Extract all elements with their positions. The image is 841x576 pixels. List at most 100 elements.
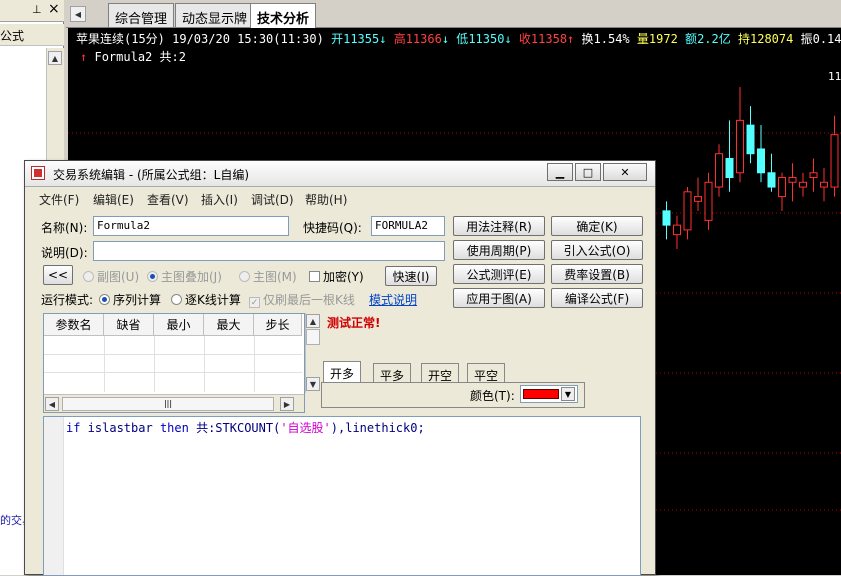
evaluate-formula-button[interactable]: 公式测评(E) — [453, 264, 545, 284]
menu-edit[interactable]: 编辑(E) — [93, 191, 134, 208]
scroll-left-icon[interactable]: ◀ — [45, 397, 59, 411]
scroll-up-icon[interactable]: ▲ — [306, 314, 320, 328]
period-button[interactable]: 使用周期(P) — [453, 240, 545, 260]
workspace-tab-bar: ◀ 综合管理 动态显示牌 技术分析 — [66, 0, 841, 29]
menu-view[interactable]: 查看(V) — [147, 191, 189, 208]
candlestick[interactable] — [725, 120, 734, 192]
scroll-up-icon[interactable]: ▲ — [48, 51, 62, 65]
menu-debug[interactable]: 调试(D) — [251, 191, 294, 208]
up-arrow-icon: ↑ — [80, 50, 88, 64]
scroll-thumb[interactable]: ||| — [62, 397, 274, 411]
tab-close-short[interactable]: 平空 — [467, 363, 506, 383]
description-label: 说明(D): — [41, 246, 88, 260]
param-table-vscrollbar[interactable]: ▲ ▼ — [305, 313, 321, 393]
tab-open-long[interactable]: 开多 — [323, 361, 362, 383]
candlestick[interactable] — [683, 187, 692, 240]
quote-info-bar: 苹果连续(15分) 19/03/20 15:30(11:30) 开11355↓ … — [76, 30, 841, 48]
volume-value: 1972 — [648, 32, 678, 46]
close-button[interactable]: ✕ — [603, 163, 647, 181]
name-input[interactable]: Formula2 — [93, 216, 289, 236]
close-icon[interactable]: × — [48, 1, 60, 17]
candlestick[interactable] — [809, 158, 818, 192]
menu-file[interactable]: 文件(F) — [39, 191, 79, 208]
candlestick[interactable] — [757, 125, 765, 183]
dialog-title: 交易系统编辑 - (所属公式组：L自编) — [53, 168, 250, 182]
candlestick[interactable] — [673, 215, 681, 249]
turnover-value: 1.54% — [593, 32, 630, 46]
formula-code-editor[interactable]: if islastbar then 共:STKCOUNT('自选股'),line… — [43, 416, 641, 576]
candlestick[interactable] — [778, 172, 786, 211]
tab-technical-analysis[interactable]: 技术分析 — [250, 3, 317, 29]
option-encrypt-label: 加密(Y) — [323, 270, 364, 284]
parameter-table[interactable]: 参数名 缺省 最小 最大 步长 ◀ ||| ▶ — [43, 313, 305, 413]
collapse-button[interactable]: << — [43, 265, 73, 285]
option-last-bar-only[interactable]: ✓ 仅刷最后一根K线 — [249, 291, 355, 308]
option-tick-calc[interactable]: 逐K线计算 — [171, 291, 241, 308]
compile-formula-button[interactable]: 编译公式(F) — [551, 288, 643, 308]
description-input[interactable] — [93, 241, 445, 261]
amount-label: 额 — [685, 32, 698, 46]
code-line[interactable]: if islastbar then 共:STKCOUNT('自选股'),line… — [66, 419, 425, 436]
option-encrypt[interactable]: 加密(Y) — [309, 268, 364, 285]
shortcut-input[interactable]: FORMULA2 — [371, 216, 445, 236]
tab-dynamic-board[interactable]: 动态显示牌 — [175, 3, 255, 27]
param-header-step: 步长 — [254, 314, 302, 336]
tab-scroll-left-icon[interactable]: ◀ — [70, 6, 86, 22]
color-swatch — [523, 389, 559, 399]
candlestick[interactable] — [799, 172, 807, 197]
tab-close-long[interactable]: 平多 — [373, 363, 412, 383]
apply-to-chart-button[interactable]: 应用于图(A) — [453, 288, 545, 308]
candlestick[interactable] — [694, 177, 702, 211]
scroll-thumb[interactable] — [306, 329, 320, 345]
color-picker[interactable]: ▼ — [520, 385, 578, 403]
scroll-down-icon[interactable]: ▼ — [306, 377, 320, 391]
option-sequence-calc[interactable]: 序列计算 — [99, 291, 161, 308]
hold-value: 128074 — [750, 32, 794, 46]
left-panel-subtitle: 公式 — [0, 29, 25, 43]
import-formula-button[interactable]: 引入公式(O) — [551, 240, 643, 260]
tab-open-short[interactable]: 开空 — [421, 363, 460, 383]
fee-settings-button[interactable]: 费率设置(B) — [551, 264, 643, 284]
code-string: '自选股' — [280, 421, 331, 435]
candlestick[interactable] — [746, 106, 755, 164]
candlestick[interactable] — [830, 115, 839, 197]
tab-overview[interactable]: 综合管理 — [108, 3, 175, 27]
param-header-name: 参数名 — [44, 314, 104, 336]
pin-icon[interactable]: ⊥ — [32, 3, 42, 16]
low-value: 11350 — [468, 32, 505, 46]
candlestick[interactable] — [704, 172, 713, 230]
option-main-overlay[interactable]: 主图叠加(J) — [147, 268, 222, 285]
name-label: 名称(N): — [41, 221, 88, 235]
candle-body — [820, 181, 828, 188]
trading-system-editor-dialog: 交易系统编辑 - (所属公式组：L自编) ▁ □ ✕ 文件(F) 编辑(E) 查… — [24, 160, 656, 576]
scroll-right-icon[interactable]: ▶ — [280, 397, 294, 411]
candlestick[interactable] — [715, 144, 723, 197]
candle-body — [725, 157, 734, 179]
menu-help[interactable]: 帮助(H) — [305, 191, 347, 208]
candlestick[interactable] — [662, 201, 671, 240]
candlestick[interactable] — [767, 153, 776, 192]
candlestick[interactable] — [820, 168, 828, 202]
mode-help-link[interactable]: 模式说明 — [369, 291, 417, 308]
minimize-button[interactable]: ▁ — [547, 163, 573, 181]
radio-icon — [239, 271, 250, 282]
radio-icon — [83, 271, 94, 282]
fast-button[interactable]: 快速(I) — [385, 266, 437, 286]
amount-value: 2.2亿 — [697, 32, 731, 46]
option-subchart[interactable]: 副图(U) — [83, 268, 139, 285]
candlestick[interactable] — [788, 163, 797, 202]
checkbox-checked-icon: ✓ — [249, 297, 260, 308]
param-table-hscrollbar[interactable]: ◀ ||| ▶ — [44, 394, 304, 412]
candlestick[interactable] — [736, 87, 744, 183]
dropdown-arrow-icon[interactable]: ▼ — [561, 387, 575, 401]
signal-tab-panel: 颜色(T): ▼ — [321, 382, 585, 408]
ok-button[interactable]: 确定(K) — [551, 216, 643, 236]
menu-insert[interactable]: 插入(I) — [201, 191, 238, 208]
down-arrow-icon: ↓ — [441, 32, 450, 46]
candle-body — [809, 172, 818, 179]
maximize-button[interactable]: □ — [575, 163, 601, 181]
dialog-titlebar[interactable]: 交易系统编辑 - (所属公式组：L自编) ▁ □ ✕ — [25, 161, 655, 187]
left-panel-titlebar: ⊥ × — [0, 0, 64, 22]
option-mainchart[interactable]: 主图(M) — [239, 268, 297, 285]
usage-notes-button[interactable]: 用法注释(R) — [453, 216, 545, 236]
